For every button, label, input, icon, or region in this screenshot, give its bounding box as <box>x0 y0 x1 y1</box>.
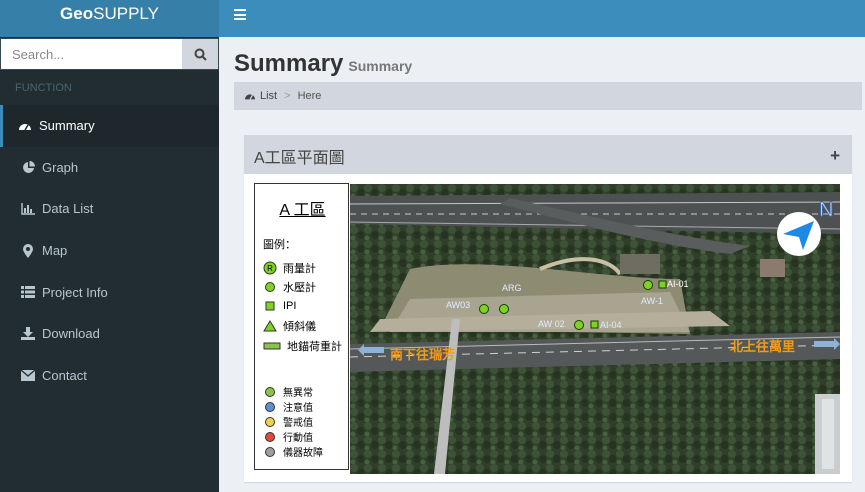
sidebar-item-graph[interactable]: Graph <box>0 147 219 189</box>
sensor-aw1[interactable] <box>643 280 653 290</box>
sensor-aw03[interactable] <box>479 304 489 314</box>
top-navbar <box>219 0 865 37</box>
breadcrumb-current: Here <box>297 90 322 102</box>
envelope-icon <box>20 368 36 382</box>
sensor-label: AW 02 <box>538 319 565 329</box>
sidebar-item-label: Summary <box>39 118 95 134</box>
sidebar-menu: Summary Graph Data List Map Project Info <box>0 105 219 396</box>
status-warning-icon <box>263 415 277 429</box>
sidebar-item-label: Download <box>42 326 100 342</box>
list-icon <box>20 285 36 299</box>
download-icon <box>20 327 36 341</box>
page-title: Summary Summary <box>234 50 413 77</box>
tiltmeter-icon <box>263 319 277 333</box>
legend-status: 無異常 <box>263 384 313 399</box>
app-logo[interactable]: GeoSUPPLY <box>0 0 219 37</box>
sensor-label: AI-01 <box>667 279 689 289</box>
rain-gauge-icon: R <box>263 261 277 275</box>
page-subtitle: Summary <box>348 58 413 74</box>
dashboard-icon <box>245 94 255 100</box>
expand-plus-icon[interactable]: + <box>830 146 840 166</box>
search-icon <box>194 48 207 61</box>
box-header: A工區平面圖 + <box>244 138 852 174</box>
sidebar: GeoSUPPLY FUNCTION Summary Graph <box>0 0 219 492</box>
legend-item: 傾斜儀 <box>263 318 316 334</box>
site-plan-box: A工區平面圖 + A 工區 圖例： R 雨量計 水壓計 IPI 傾斜儀 地錨荷重… <box>244 135 852 482</box>
breadcrumb-separator: > <box>284 90 291 102</box>
piezometer-icon <box>263 280 277 294</box>
sensor-ai04[interactable] <box>590 320 599 329</box>
svg-text:N: N <box>819 199 833 221</box>
legend-title: A 工區 <box>279 202 326 219</box>
sidebar-item-label: Map <box>42 243 68 259</box>
legend-status: 儀器故障 <box>263 444 323 459</box>
legend-status: 行動值 <box>263 429 313 444</box>
dashboard-icon <box>17 119 33 133</box>
sidebar-item-label: Graph <box>42 159 79 175</box>
sidebar-item-map[interactable]: Map <box>0 230 219 272</box>
search-input[interactable] <box>1 39 182 69</box>
legend-item: R 雨量計 <box>263 260 316 276</box>
sensor-label: AW03 <box>446 300 470 310</box>
map-legend: A 工區 圖例： R 雨量計 水壓計 IPI 傾斜儀 地錨荷重計 無異常 注意值… <box>254 183 349 470</box>
box-title: A工區平面圖 <box>254 150 345 167</box>
breadcrumb-list-link[interactable]: List <box>260 90 277 102</box>
status-attention-icon <box>263 400 277 414</box>
map-marker-icon <box>20 243 36 258</box>
sidebar-item-summary[interactable]: Summary <box>0 105 219 147</box>
sidebar-item-label: Contact <box>42 367 87 383</box>
bar-chart-icon <box>20 202 36 216</box>
aerial-site-map[interactable]: 南下往瑞芳 北上往萬里 AW03 ARG AW 02 AI-04 AI-01 A… <box>350 184 840 474</box>
sidebar-item-download[interactable]: Download <box>0 313 219 355</box>
status-fault-icon <box>263 445 277 459</box>
ipi-icon <box>263 299 277 313</box>
anchor-load-icon <box>263 339 281 353</box>
menu-header: FUNCTION <box>15 82 72 94</box>
sidebar-item-project-info[interactable]: Project Info <box>0 271 219 313</box>
sensor-aw02[interactable] <box>574 320 584 330</box>
direction-south-label: 南下往瑞芳 <box>390 347 455 363</box>
legend-item: IPI <box>263 299 296 313</box>
direction-north-label: 北上往萬里 <box>730 339 795 355</box>
legend-status: 注意值 <box>263 399 313 414</box>
pie-chart-icon <box>20 160 36 174</box>
sidebar-item-data-list[interactable]: Data List <box>0 188 219 230</box>
menu-toggle-icon[interactable] <box>234 9 246 20</box>
sensor-ai01[interactable] <box>658 280 667 289</box>
sensor-label: AW-1 <box>641 296 663 306</box>
svg-text:R: R <box>267 264 273 273</box>
sensor-arg[interactable] <box>499 304 509 314</box>
sensor-label: ARG <box>502 283 522 293</box>
sidebar-item-contact[interactable]: Contact <box>0 355 219 397</box>
search-button[interactable] <box>182 39 218 69</box>
sidebar-item-label: Data List <box>42 201 94 217</box>
sidebar-search <box>0 38 219 70</box>
breadcrumb: List > Here <box>234 82 862 110</box>
legend-heading: 圖例： <box>263 239 296 251</box>
legend-item: 地錨荷重計 <box>263 338 342 354</box>
status-action-icon <box>263 430 277 444</box>
sensor-label: AI-04 <box>600 320 622 330</box>
legend-item: 水壓計 <box>263 279 316 295</box>
legend-status: 警戒值 <box>263 414 313 429</box>
status-normal-icon <box>263 385 277 399</box>
sidebar-item-label: Project Info <box>42 284 108 300</box>
